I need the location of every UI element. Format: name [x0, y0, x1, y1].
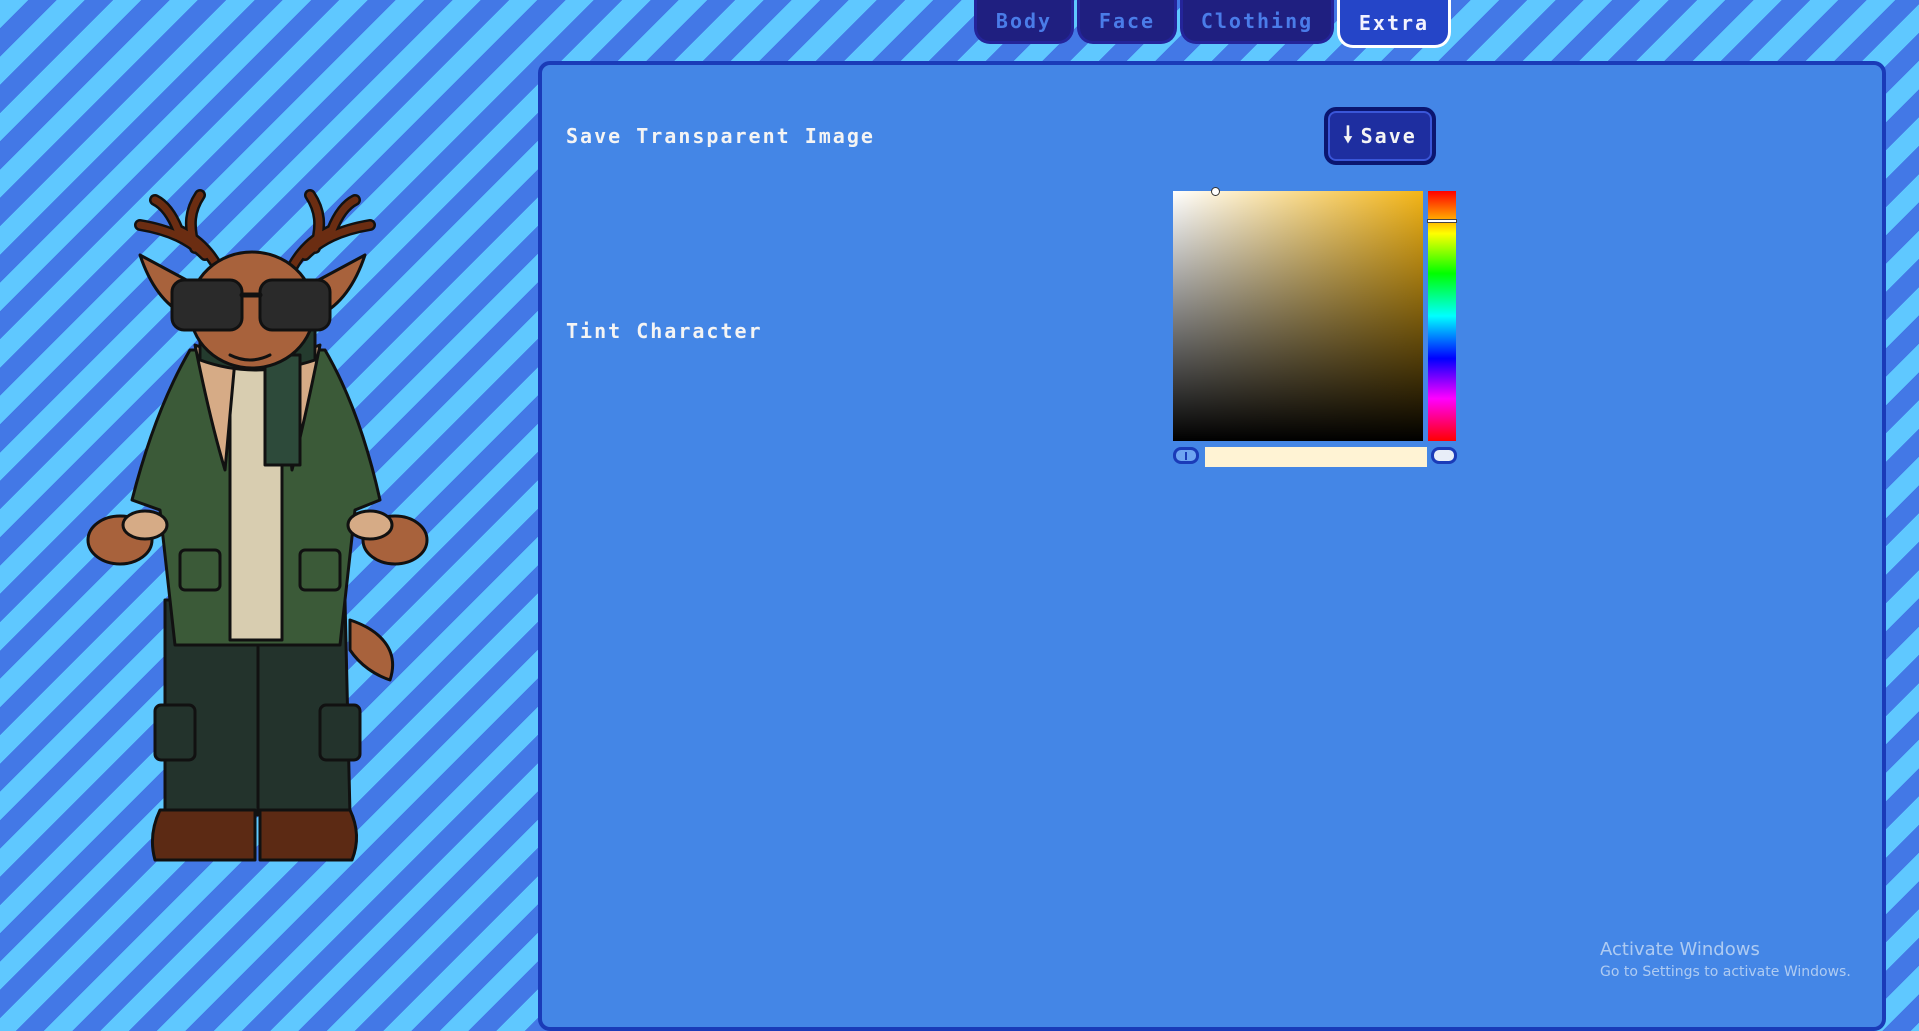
apply-tint-button[interactable] [1431, 447, 1457, 464]
save-button[interactable]: 🠗 Save [1324, 107, 1436, 165]
color-selection-cursor[interactable] [1211, 187, 1220, 196]
extra-settings-panel: Save Transparent Image 🠗 Save Tint Chara… [538, 61, 1886, 1031]
watermark-subtitle: Go to Settings to activate Windows. [1600, 964, 1851, 980]
watermark-title: Activate Windows [1600, 939, 1760, 960]
category-tabs: Body Face Clothing Extra [974, 0, 1451, 48]
reset-tint-button[interactable] [1173, 447, 1199, 464]
tail [348, 618, 395, 682]
saturation-value-area[interactable] [1173, 187, 1423, 441]
tab-clothing[interactable]: Clothing [1180, 0, 1334, 44]
down-arrow-icon: 🠗 [1343, 123, 1355, 148]
character-preview [86, 189, 429, 862]
tab-body[interactable]: Body [974, 0, 1074, 44]
selected-color-preview [1205, 447, 1427, 467]
tint-character-label: Tint Character [566, 319, 763, 343]
tint-color-picker [1173, 187, 1463, 481]
windows-activation-watermark: Activate Windows Go to Settings to activ… [1600, 938, 1851, 982]
tab-face[interactable]: Face [1077, 0, 1177, 44]
shoes [150, 808, 257, 862]
sunglasses [170, 278, 244, 332]
hue-slider[interactable] [1428, 191, 1456, 441]
save-image-label: Save Transparent Image [566, 124, 875, 148]
tab-extra[interactable]: Extra [1337, 0, 1451, 48]
hue-slider-handle[interactable] [1428, 220, 1456, 222]
save-button-label: Save [1360, 124, 1417, 148]
